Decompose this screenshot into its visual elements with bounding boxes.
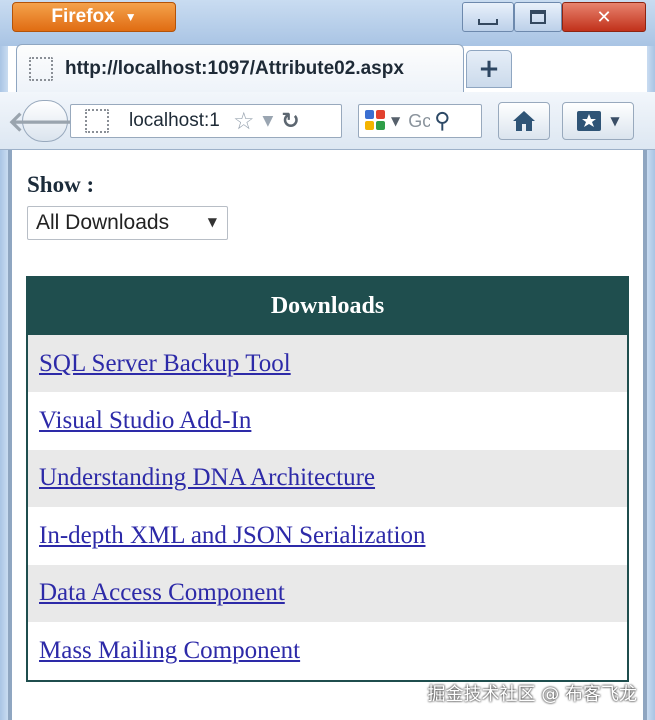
- table-row: Visual Studio Add-In: [28, 392, 627, 450]
- window-titlebar: Firefox ▼ ✕: [0, 0, 655, 46]
- search-engine-dropdown-icon[interactable]: ▼: [391, 114, 400, 128]
- site-identity-icon[interactable]: [85, 109, 109, 133]
- chevron-down-icon: ▼: [207, 215, 217, 229]
- magnifier-icon[interactable]: ⚲: [434, 109, 450, 134]
- download-filter-select[interactable]: All Downloads ▼: [27, 206, 228, 240]
- firefox-menu-label: Firefox: [51, 6, 115, 27]
- download-link[interactable]: In-depth XML and JSON Serialization: [39, 522, 426, 550]
- url-history-dropdown-icon[interactable]: ▼: [263, 113, 274, 129]
- table-row: SQL Server Backup Tool: [28, 335, 627, 393]
- watermark-text: 掘金技术社区 @ 布客飞龙: [427, 684, 637, 705]
- minimize-icon: [478, 19, 498, 25]
- navigation-toolbar: 🡐 localhost:1 ☆ ▼ ↻ ▼ Gc ⚲ ▼: [0, 92, 655, 150]
- close-icon: ✕: [596, 6, 612, 28]
- new-tab-button[interactable]: +: [466, 50, 512, 88]
- download-link[interactable]: Understanding DNA Architecture: [39, 464, 375, 492]
- downloads-grid: Downloads SQL Server Backup Tool Visual …: [26, 276, 629, 682]
- table-row: Data Access Component: [28, 564, 627, 622]
- chevron-down-icon: ▼: [610, 114, 620, 128]
- download-link[interactable]: Visual Studio Add-In: [39, 407, 251, 435]
- content-border-right: [643, 150, 647, 720]
- url-bar[interactable]: localhost:1 ☆ ▼ ↻: [70, 104, 342, 138]
- close-button[interactable]: ✕: [562, 2, 646, 32]
- bookmark-star-icon[interactable]: ☆: [233, 107, 255, 135]
- bookmarks-icon: [577, 111, 602, 131]
- download-link[interactable]: SQL Server Backup Tool: [39, 350, 291, 378]
- search-engine-icon[interactable]: [365, 110, 387, 132]
- maximize-icon: [530, 10, 546, 24]
- downloads-grid-header: Downloads: [28, 278, 627, 335]
- table-row: Mass Mailing Component: [28, 621, 627, 680]
- download-link[interactable]: Data Access Component: [39, 579, 285, 607]
- download-link[interactable]: Mass Mailing Component: [39, 637, 300, 665]
- url-text[interactable]: localhost:1: [129, 110, 229, 132]
- search-bar[interactable]: ▼ Gc ⚲: [358, 104, 482, 138]
- download-filter-value: All Downloads: [36, 211, 170, 234]
- page-icon: [29, 56, 53, 81]
- plus-icon: +: [478, 54, 500, 84]
- home-button[interactable]: [498, 102, 550, 140]
- page-content: Show : All Downloads ▼ Downloads SQL Ser…: [12, 150, 643, 720]
- minimize-button[interactable]: [462, 2, 514, 32]
- home-icon: [513, 111, 535, 131]
- chevron-down-icon: ▼: [124, 10, 137, 24]
- reload-icon[interactable]: ↻: [281, 109, 299, 134]
- bookmarks-button[interactable]: ▼: [562, 102, 634, 140]
- back-button[interactable]: 🡐: [7, 100, 83, 142]
- maximize-button[interactable]: [514, 2, 562, 32]
- firefox-menu-button[interactable]: Firefox ▼: [12, 2, 176, 32]
- search-input[interactable]: Gc: [408, 111, 430, 132]
- table-row: Understanding DNA Architecture: [28, 449, 627, 508]
- table-row: In-depth XML and JSON Serialization: [28, 507, 627, 565]
- tab-active[interactable]: http://localhost:1097/Attribute02.aspx: [16, 44, 464, 92]
- tab-title: http://localhost:1097/Attribute02.aspx: [65, 57, 404, 79]
- show-label: Show :: [27, 172, 95, 197]
